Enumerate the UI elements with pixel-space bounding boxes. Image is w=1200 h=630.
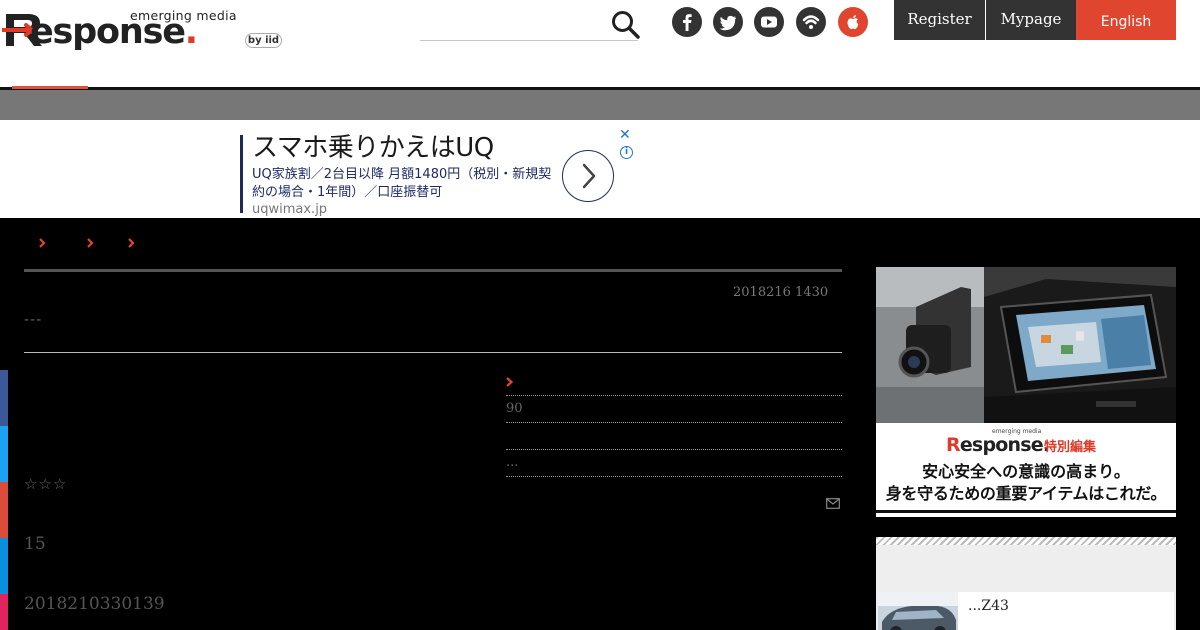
ad-close-icon[interactable]: ✕ [619, 128, 631, 142]
youtube-glyph [761, 16, 777, 28]
related-divider [506, 422, 842, 423]
ad-url[interactable]: uqwimax.jp [252, 202, 327, 217]
nav-bar [0, 90, 1200, 120]
promo-logo-text: esponse. [959, 434, 1050, 456]
ad-body: UQ家族割／2台目以降 月額1480円（税別・新規契約の場合・1年間）／口座振替… [252, 167, 552, 200]
ad-title[interactable]: スマホ乗りかえはUQ [252, 130, 494, 166]
ad-banner[interactable]: スマホ乗りかえはUQ UQ家族割／2台目以降 月額1480円（税別・新規契約の場… [0, 120, 1200, 218]
publish-id: 2018210330139 [24, 594, 165, 614]
breadcrumb-chevron-icon [128, 238, 135, 248]
ad-info-icon[interactable]: i [620, 146, 633, 159]
rss-glyph [802, 15, 820, 29]
nav-active-indicator [12, 86, 88, 89]
share-google-button[interactable] [0, 482, 8, 538]
promo-photo [876, 267, 1176, 423]
page: emerging media esponse. by iid Register … [0, 0, 1200, 630]
youtube-icon[interactable] [754, 7, 784, 37]
mail-icon[interactable] [826, 498, 840, 509]
promo-headline-1: 安心安全への意識の高まり。 [922, 462, 1130, 481]
promo-logo: emerging media Response. [946, 428, 1050, 456]
share-pocket-button[interactable] [0, 594, 8, 630]
site-logo[interactable]: emerging media esponse. by iid [2, 4, 282, 52]
article-header-rule [24, 352, 842, 353]
article-subtitle: --- [24, 312, 43, 328]
sidebar-promo-banner[interactable]: emerging media Response. 特別編集 安心安全への意識の高ま… [876, 267, 1176, 517]
related-divider [506, 476, 842, 477]
share-hatena-button[interactable] [0, 538, 8, 594]
promo-bottom-rule [876, 510, 1176, 513]
promo-logo-r: R [946, 434, 961, 456]
article-top-rule [24, 269, 842, 272]
ranking-item-title[interactable]: ...Z43 [968, 598, 1009, 614]
share-facebook-button[interactable] [0, 370, 8, 426]
facebook-glyph [683, 14, 692, 31]
chevron-right-icon [582, 163, 596, 189]
promo-tag: 特別編集 [1044, 440, 1097, 455]
search-input[interactable] [420, 40, 638, 41]
share-twitter-button[interactable] [0, 426, 8, 482]
logo-dot: . [184, 12, 198, 52]
related-item[interactable]: ... [506, 455, 518, 470]
rss-icon[interactable] [796, 7, 826, 37]
sidebar-ranking: ...Z43 [876, 537, 1176, 630]
logo-wordmark: esponse. [30, 12, 198, 52]
logo-wordmark-text: esponse [30, 12, 186, 52]
site-header: emerging media esponse. by iid Register … [0, 0, 1200, 88]
related-divider [506, 449, 842, 450]
promo-headline-2: 身を守るための重要アイテムはこれだ。 [885, 484, 1167, 503]
related-chevron-icon [506, 377, 514, 387]
register-button[interactable]: Register [894, 0, 985, 40]
apple-glyph [847, 15, 859, 30]
ranking-thumbnail [878, 592, 958, 630]
apple-icon[interactable] [838, 7, 868, 37]
ranking-item[interactable]: ...Z43 [878, 592, 1174, 630]
mypage-button[interactable]: Mypage [986, 0, 1076, 40]
rating-stars[interactable]: ☆☆☆ [24, 475, 67, 493]
ad-accent-bar [240, 135, 243, 213]
facebook-icon[interactable] [672, 7, 702, 37]
comment-count: 15 [24, 534, 46, 554]
article-date: 2018216 1430 [733, 285, 829, 300]
promo-logo-tagline: emerging media [992, 428, 1042, 435]
breadcrumb-chevron-icon [87, 238, 94, 248]
search-icon[interactable] [610, 9, 640, 39]
related-item[interactable]: 90 [506, 401, 523, 416]
language-button[interactable]: English [1076, 0, 1176, 40]
twitter-glyph [719, 15, 736, 31]
ad-open-button[interactable] [562, 150, 614, 202]
twitter-icon[interactable] [713, 7, 743, 37]
logo-by-badge: by iid [245, 33, 282, 48]
section-hatch-divider [876, 537, 1176, 545]
related-divider [506, 395, 842, 396]
breadcrumb-chevron-icon [39, 238, 46, 248]
